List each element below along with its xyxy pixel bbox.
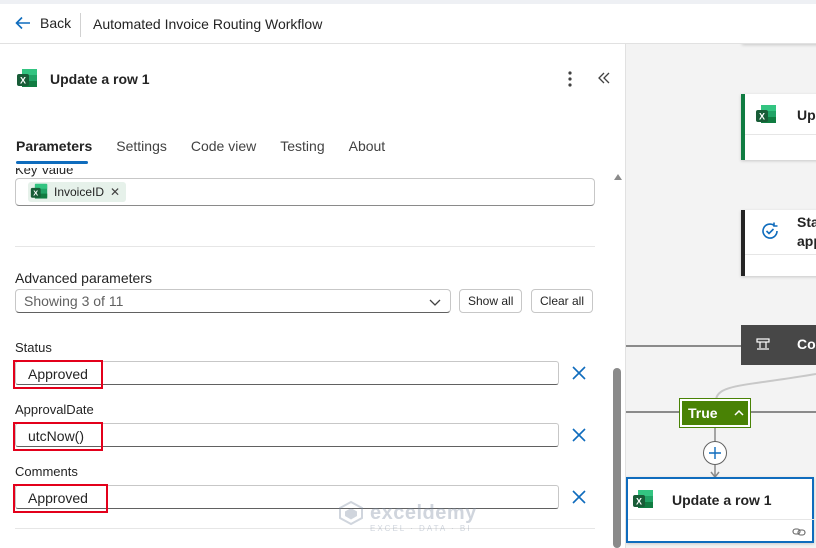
comments-label: Comments — [15, 464, 78, 479]
panel-header: X Update a row 1 — [16, 68, 150, 90]
flow-canvas[interactable]: X Up Sta app Co True — [626, 44, 816, 548]
scroll-up-arrow-icon[interactable] — [614, 174, 622, 180]
approvaldate-field[interactable]: utcNow() — [15, 423, 559, 447]
card-title-line1: Sta — [797, 214, 816, 230]
divider — [15, 246, 595, 247]
comments-value: Approved — [28, 490, 88, 506]
svg-text:X: X — [33, 189, 38, 198]
action-details-panel: X Update a row 1 Parameters Settings Cod… — [0, 44, 626, 548]
excel-icon: X — [633, 490, 653, 508]
excel-icon: X — [17, 69, 37, 87]
plus-icon — [709, 447, 721, 459]
connector-line — [626, 345, 746, 347]
key-value-field[interactable]: X InvoiceID ✕ — [15, 178, 595, 206]
tab-settings[interactable]: Settings — [116, 138, 167, 164]
flow-card-update-partial[interactable]: X Up — [741, 94, 816, 160]
more-options-icon[interactable] — [562, 70, 578, 88]
back-label: Back — [40, 15, 72, 31]
back-arrow-icon — [15, 16, 30, 30]
top-bar: Back Automated Invoice Routing Workflow — [0, 0, 816, 44]
show-all-button[interactable]: Show all — [459, 289, 523, 313]
status-field[interactable]: Approved — [15, 361, 559, 385]
add-action-button[interactable] — [703, 441, 727, 465]
condition-icon — [756, 338, 770, 350]
panel-title[interactable]: Update a row 1 — [50, 71, 150, 87]
condition-card[interactable]: Co — [741, 325, 816, 365]
svg-text:X: X — [20, 76, 26, 86]
token-label: InvoiceID — [54, 185, 105, 199]
card-divider — [628, 519, 814, 520]
svg-text:X: X — [636, 497, 642, 507]
dropdown-value: Showing 3 of 11 — [24, 293, 124, 309]
clear-all-button[interactable]: Clear all — [531, 289, 594, 313]
scrollbar-thumb[interactable] — [613, 368, 621, 548]
parameters-content[interactable]: Key Value X InvoiceID ✕ Advanced paramet… — [0, 168, 610, 548]
flow-title: Automated Invoice Routing Workflow — [93, 16, 323, 32]
tab-about[interactable]: About — [349, 138, 386, 164]
true-branch-toggle[interactable]: True — [679, 398, 751, 428]
excel-icon: X — [756, 105, 776, 123]
chevron-down-icon — [429, 299, 441, 306]
dynamic-content-token[interactable]: X InvoiceID ✕ — [28, 182, 127, 202]
approvaldate-value: utcNow() — [28, 428, 85, 444]
remove-comments-icon[interactable] — [570, 488, 588, 506]
status-value: Approved — [28, 366, 88, 382]
flow-card-update-row-selected[interactable]: X Update a row 1 — [626, 477, 814, 543]
tab-code-view[interactable]: Code view — [191, 138, 256, 164]
card-divider — [745, 254, 816, 255]
flow-card-approval-partial[interactable]: Sta app — [741, 210, 816, 276]
svg-text:X: X — [759, 112, 765, 122]
divider — [15, 528, 595, 529]
advanced-parameters-label: Advanced parameters — [15, 270, 152, 286]
divider — [80, 13, 81, 37]
card-title-line2: app — [797, 233, 816, 249]
tab-testing[interactable]: Testing — [280, 138, 324, 164]
chevron-up-icon — [734, 409, 744, 416]
collapse-panel-icon[interactable] — [596, 70, 612, 86]
remove-token-icon[interactable]: ✕ — [110, 185, 120, 199]
status-label: Status — [15, 340, 52, 355]
panel-tabs: Parameters Settings Code view Testing Ab… — [16, 138, 385, 164]
tab-parameters[interactable]: Parameters — [16, 138, 92, 164]
excel-icon: X — [30, 183, 48, 199]
condition-title-partial: Co — [797, 336, 816, 352]
card-title: Update a row 1 — [672, 492, 772, 508]
scrollbar[interactable] — [612, 168, 622, 548]
card-title-partial: Up — [797, 107, 816, 123]
comments-field[interactable]: Approved — [15, 485, 559, 509]
link-icon — [792, 528, 806, 536]
remove-status-icon[interactable] — [570, 364, 588, 382]
true-label: True — [688, 405, 718, 421]
key-value-label: Key Value — [15, 168, 74, 177]
card-divider — [745, 134, 816, 135]
back-button[interactable]: Back — [14, 14, 71, 32]
approval-icon — [762, 222, 778, 239]
approvaldate-label: ApprovalDate — [15, 402, 94, 417]
remove-approvaldate-icon[interactable] — [570, 426, 588, 444]
advanced-parameters-dropdown[interactable]: Showing 3 of 11 — [15, 289, 451, 313]
